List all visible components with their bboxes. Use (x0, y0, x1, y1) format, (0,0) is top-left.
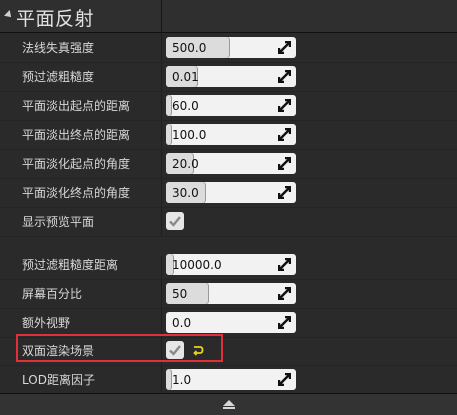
resize-arrows-icon[interactable] (278, 70, 291, 83)
property-row-normal-distortion: 法线失真强度 500.0 (0, 33, 457, 63)
resize-arrows-icon[interactable] (278, 99, 291, 112)
resize-arrows-icon[interactable] (278, 258, 291, 271)
number-value: 500.0 (172, 41, 207, 55)
number-value: 0.0 (172, 316, 192, 330)
property-row-prefilter-roughness: 预过滤粗糙度 0.01 (0, 62, 457, 92)
checkmark-icon (169, 216, 181, 227)
collapse-arrow-icon[interactable] (4, 10, 14, 20)
property-label: 额外视野 (22, 316, 71, 330)
number-field[interactable]: 500.0 (166, 37, 296, 58)
number-value: 1.0 (172, 373, 192, 387)
resize-arrows-icon[interactable] (278, 41, 291, 54)
property-label: 预过滤粗糙度距离 (22, 258, 119, 272)
number-field[interactable]: 30.0 (166, 182, 296, 203)
property-row-fade-start-angle: 平面淡化起点的角度 20.0 (0, 149, 457, 179)
property-label: 屏幕百分比 (22, 287, 83, 301)
number-field[interactable]: 60.0 (166, 95, 296, 116)
property-row-prefilter-roughness-distance: 预过滤粗糙度距离 10000.0 (0, 250, 457, 280)
property-row-show-preview-plane: 显示预览平面 (0, 207, 457, 237)
resize-arrows-icon[interactable] (278, 287, 291, 300)
resize-arrows-icon[interactable] (278, 373, 291, 386)
property-row-fade-start-distance: 平面淡出起点的距离 60.0 (0, 91, 457, 121)
property-label: LOD距离因子 (22, 373, 95, 387)
show-preview-plane-checkbox[interactable] (166, 212, 184, 230)
number-field[interactable]: 0.0 (166, 312, 296, 333)
property-row-fade-end-angle: 平面淡化终点的角度 30.0 (0, 178, 457, 208)
number-value: 60.0 (172, 99, 199, 113)
property-label: 显示预览平面 (22, 215, 95, 229)
section-header[interactable]: 平面反射 (0, 0, 457, 33)
property-row-screen-percentage: 屏幕百分比 50 (0, 279, 457, 309)
number-field[interactable]: 10000.0 (166, 254, 296, 275)
number-field[interactable]: 50 (166, 283, 296, 304)
resize-arrows-icon[interactable] (278, 157, 291, 170)
number-field[interactable]: 0.01 (166, 66, 296, 87)
number-value: 0.01 (172, 70, 199, 84)
number-field[interactable]: 1.0 (166, 369, 296, 390)
property-label: 法线失真强度 (22, 41, 95, 55)
resize-arrows-icon[interactable] (278, 128, 291, 141)
expand-up-arrow-icon[interactable] (223, 400, 235, 409)
resize-arrows-icon[interactable] (278, 186, 291, 199)
details-panel: 平面反射 法线失真强度 500.0 预过滤粗糙度 0.01 平面淡出起点的距离 … (0, 0, 457, 415)
highlight-box (16, 334, 223, 362)
property-row-lod-distance-factor: LOD距离因子 1.0 (0, 365, 457, 394)
property-label: 预过滤粗糙度 (22, 70, 95, 84)
number-value: 10000.0 (172, 258, 222, 272)
number-value: 20.0 (172, 157, 199, 171)
property-label: 平面淡化终点的角度 (22, 186, 131, 200)
number-value: 30.0 (172, 186, 199, 200)
property-label: 平面淡出终点的距离 (22, 128, 131, 142)
number-value: 50 (172, 287, 188, 301)
number-value: 100.0 (172, 128, 207, 142)
property-label: 平面淡化起点的角度 (22, 157, 131, 171)
resize-arrows-icon[interactable] (278, 316, 291, 329)
section-title: 平面反射 (16, 8, 95, 30)
advanced-expander-bar[interactable] (0, 393, 457, 415)
property-label: 平面淡出起点的距离 (22, 99, 131, 113)
header-divider (161, 0, 162, 32)
number-field[interactable]: 100.0 (166, 124, 296, 145)
property-row-fade-end-distance: 平面淡出终点的距离 100.0 (0, 120, 457, 150)
number-field[interactable]: 20.0 (166, 153, 296, 174)
